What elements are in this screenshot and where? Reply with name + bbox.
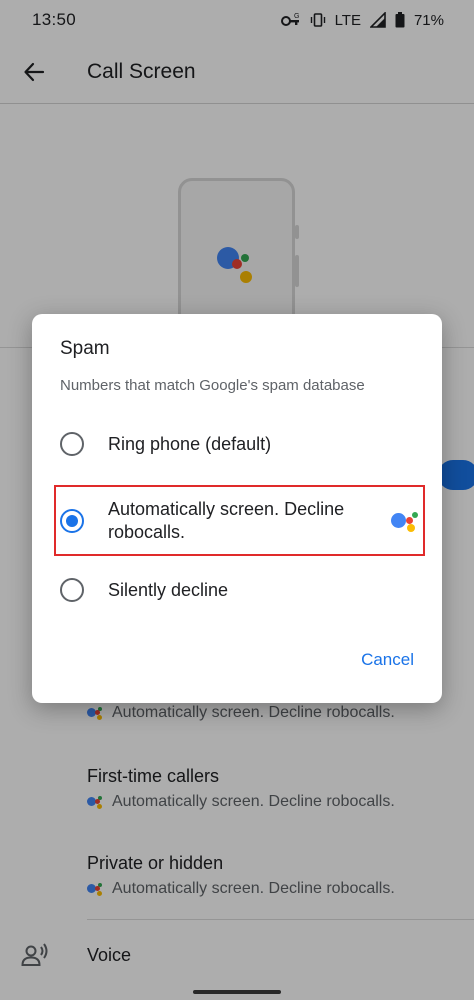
option-ring-phone[interactable]: Ring phone (default) [60,432,422,456]
option-auto-screen[interactable]: Automatically screen. Decline robocalls. [60,498,422,544]
option-label: Automatically screen. Decline robocalls. [108,499,345,542]
cancel-button[interactable]: Cancel [361,650,414,670]
option-label: Silently decline [108,579,229,600]
dialog-title: Spam [60,338,110,359]
radio-button[interactable] [60,578,84,602]
option-label: Ring phone (default) [108,433,272,454]
radio-button-selected[interactable] [60,509,84,533]
radio-button[interactable] [60,432,84,456]
google-assistant-icon [390,507,420,535]
spam-dialog: Spam Numbers that match Google's spam da… [32,314,442,703]
option-silently-decline[interactable]: Silently decline [60,578,422,602]
dialog-description: Numbers that match Google's spam databas… [60,377,365,394]
